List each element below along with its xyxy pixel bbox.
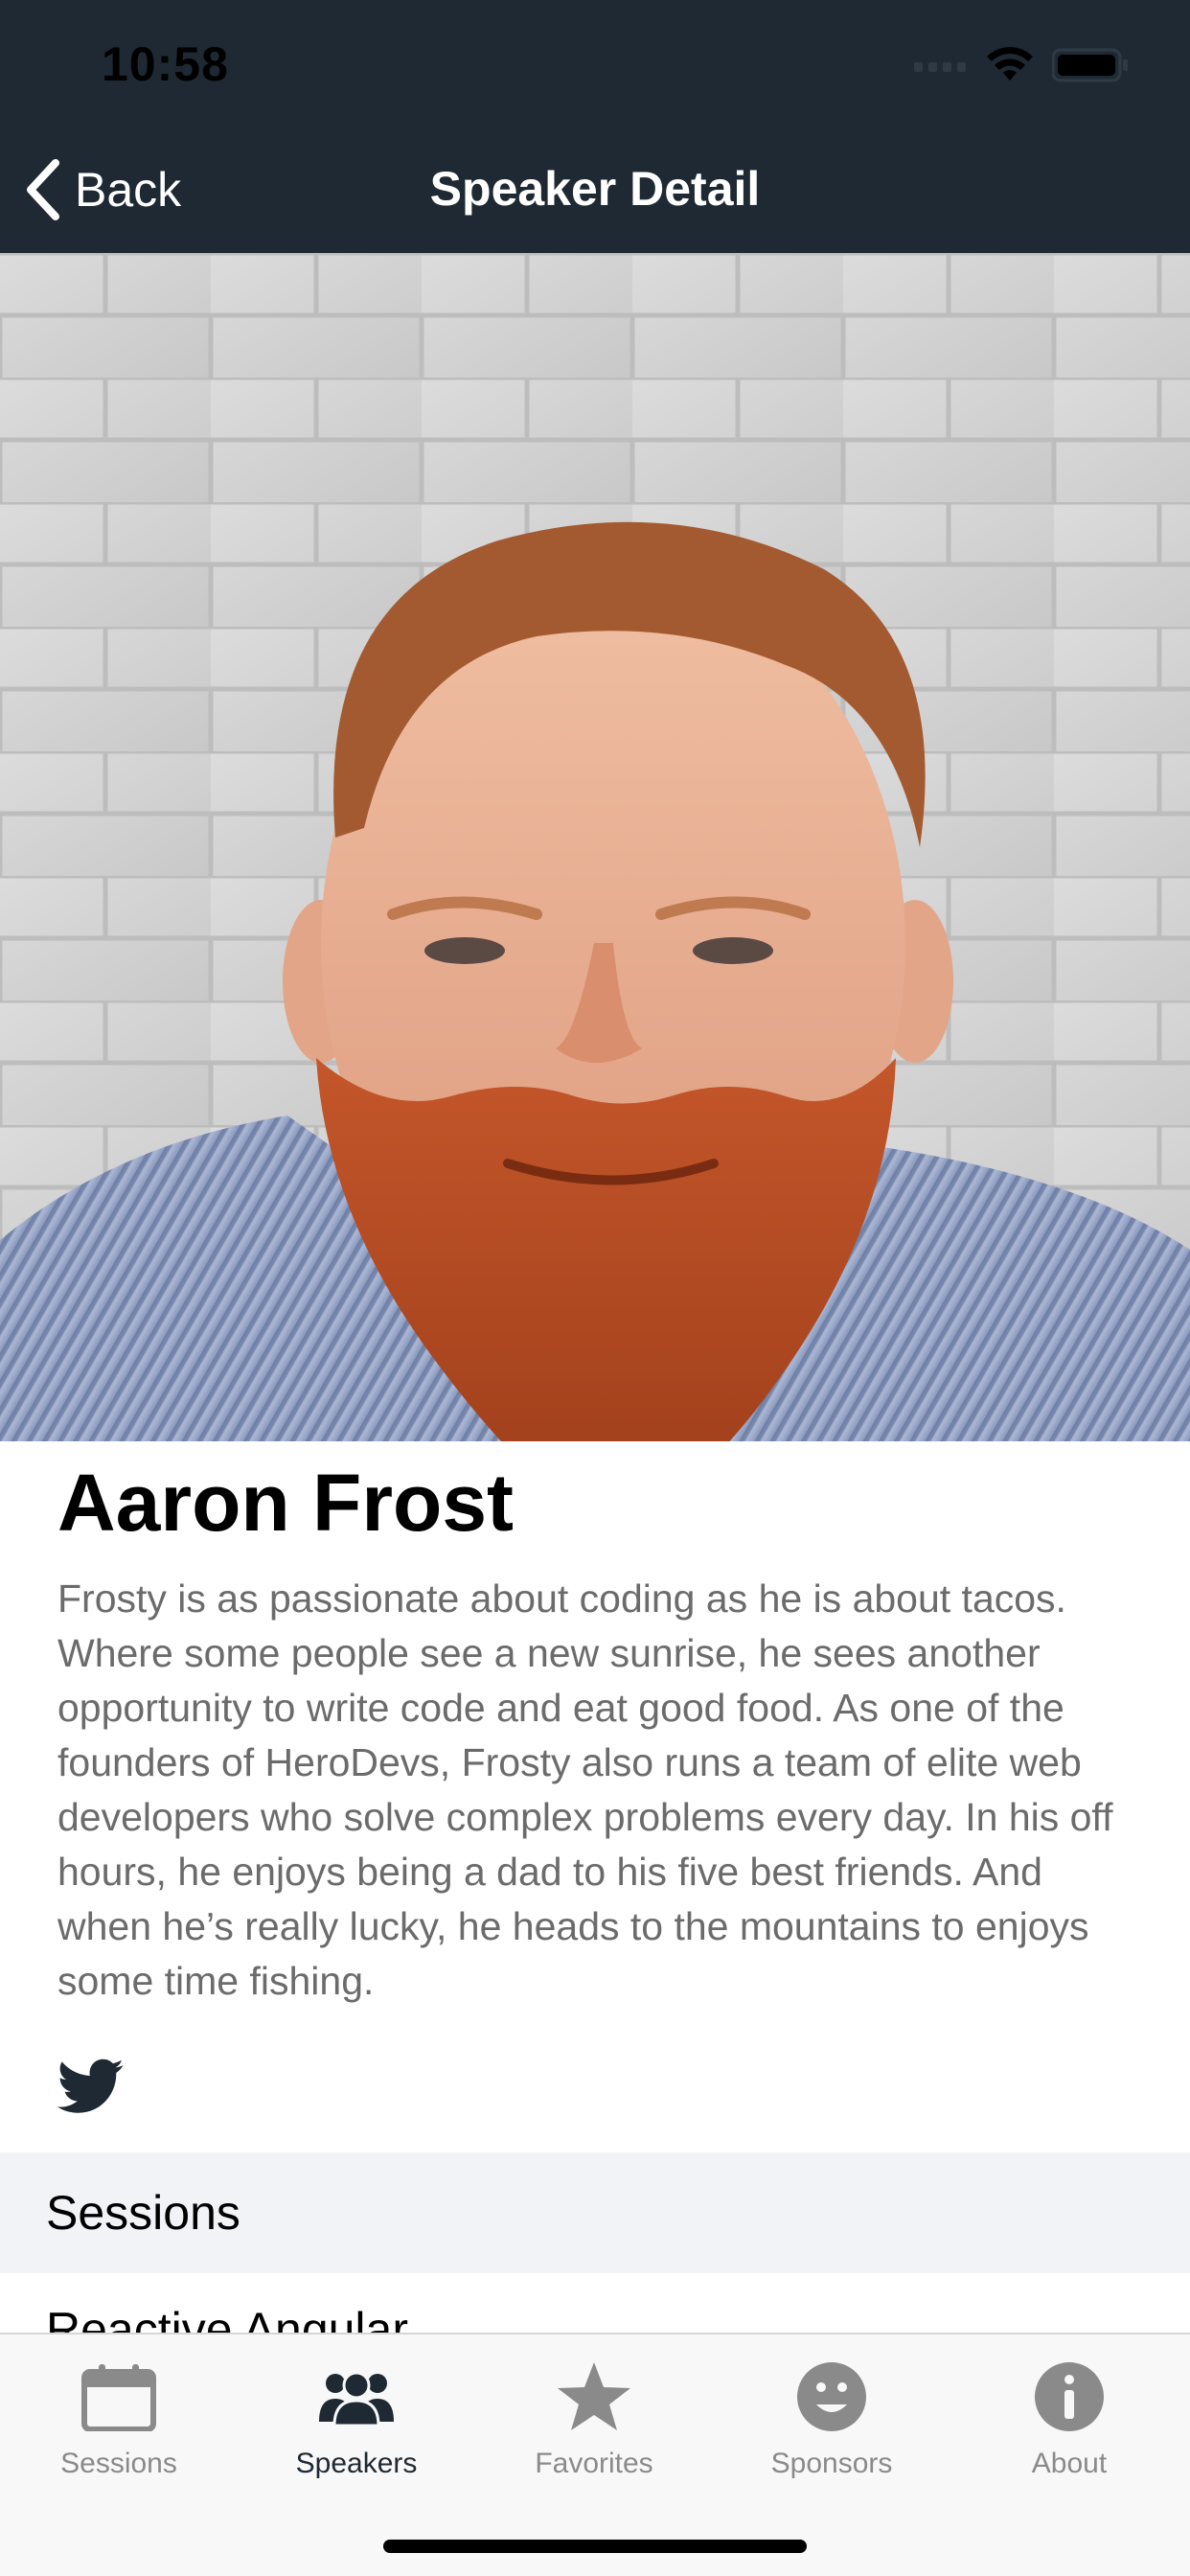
navigation-bar: Back Speaker Detail <box>0 126 1190 253</box>
tab-sponsors[interactable]: Sponsors <box>713 2354 950 2507</box>
battery-icon <box>1052 48 1128 82</box>
session-title: Reactive Angular <box>46 2303 409 2333</box>
tab-favorites[interactable]: Favorites <box>475 2354 713 2507</box>
tab-label: About <box>1031 2448 1108 2479</box>
status-time: 10:58 <box>102 37 229 91</box>
speaker-bio: Frosty is as passionate about coding as … <box>57 1576 1113 2003</box>
info-icon <box>1035 2362 1104 2431</box>
tab-about[interactable]: About <box>950 2354 1188 2507</box>
sessions-section-header: Sessions <box>0 2152 1190 2273</box>
status-bar: 10:58 <box>0 0 1190 126</box>
tab-label: Sessions <box>60 2448 177 2479</box>
people-icon <box>319 2371 394 2427</box>
home-indicator <box>383 2540 807 2553</box>
status-icons <box>914 46 1129 84</box>
tab-label: Speakers <box>295 2448 418 2479</box>
tab-sessions[interactable]: Sessions <box>0 2354 238 2507</box>
twitter-button[interactable] <box>57 2051 125 2118</box>
session-list-item[interactable]: Reactive Angular <box>0 2273 1190 2333</box>
speaker-photo <box>0 253 1190 1441</box>
page-title: Speaker Detail <box>429 162 761 216</box>
signal-icon <box>914 62 966 72</box>
wifi-icon <box>987 47 1033 80</box>
smiley-icon <box>797 2362 866 2431</box>
sessions-header-label: Sessions <box>46 2186 240 2240</box>
speaker-name: Aaron Frost <box>57 1458 515 1548</box>
twitter-icon <box>57 2058 124 2113</box>
star-icon <box>558 2362 630 2430</box>
tab-label: Favorites <box>535 2448 653 2479</box>
tab-label: Sponsors <box>770 2448 893 2479</box>
calendar-icon <box>81 2364 156 2431</box>
tab-speakers[interactable]: Speakers <box>238 2354 475 2507</box>
